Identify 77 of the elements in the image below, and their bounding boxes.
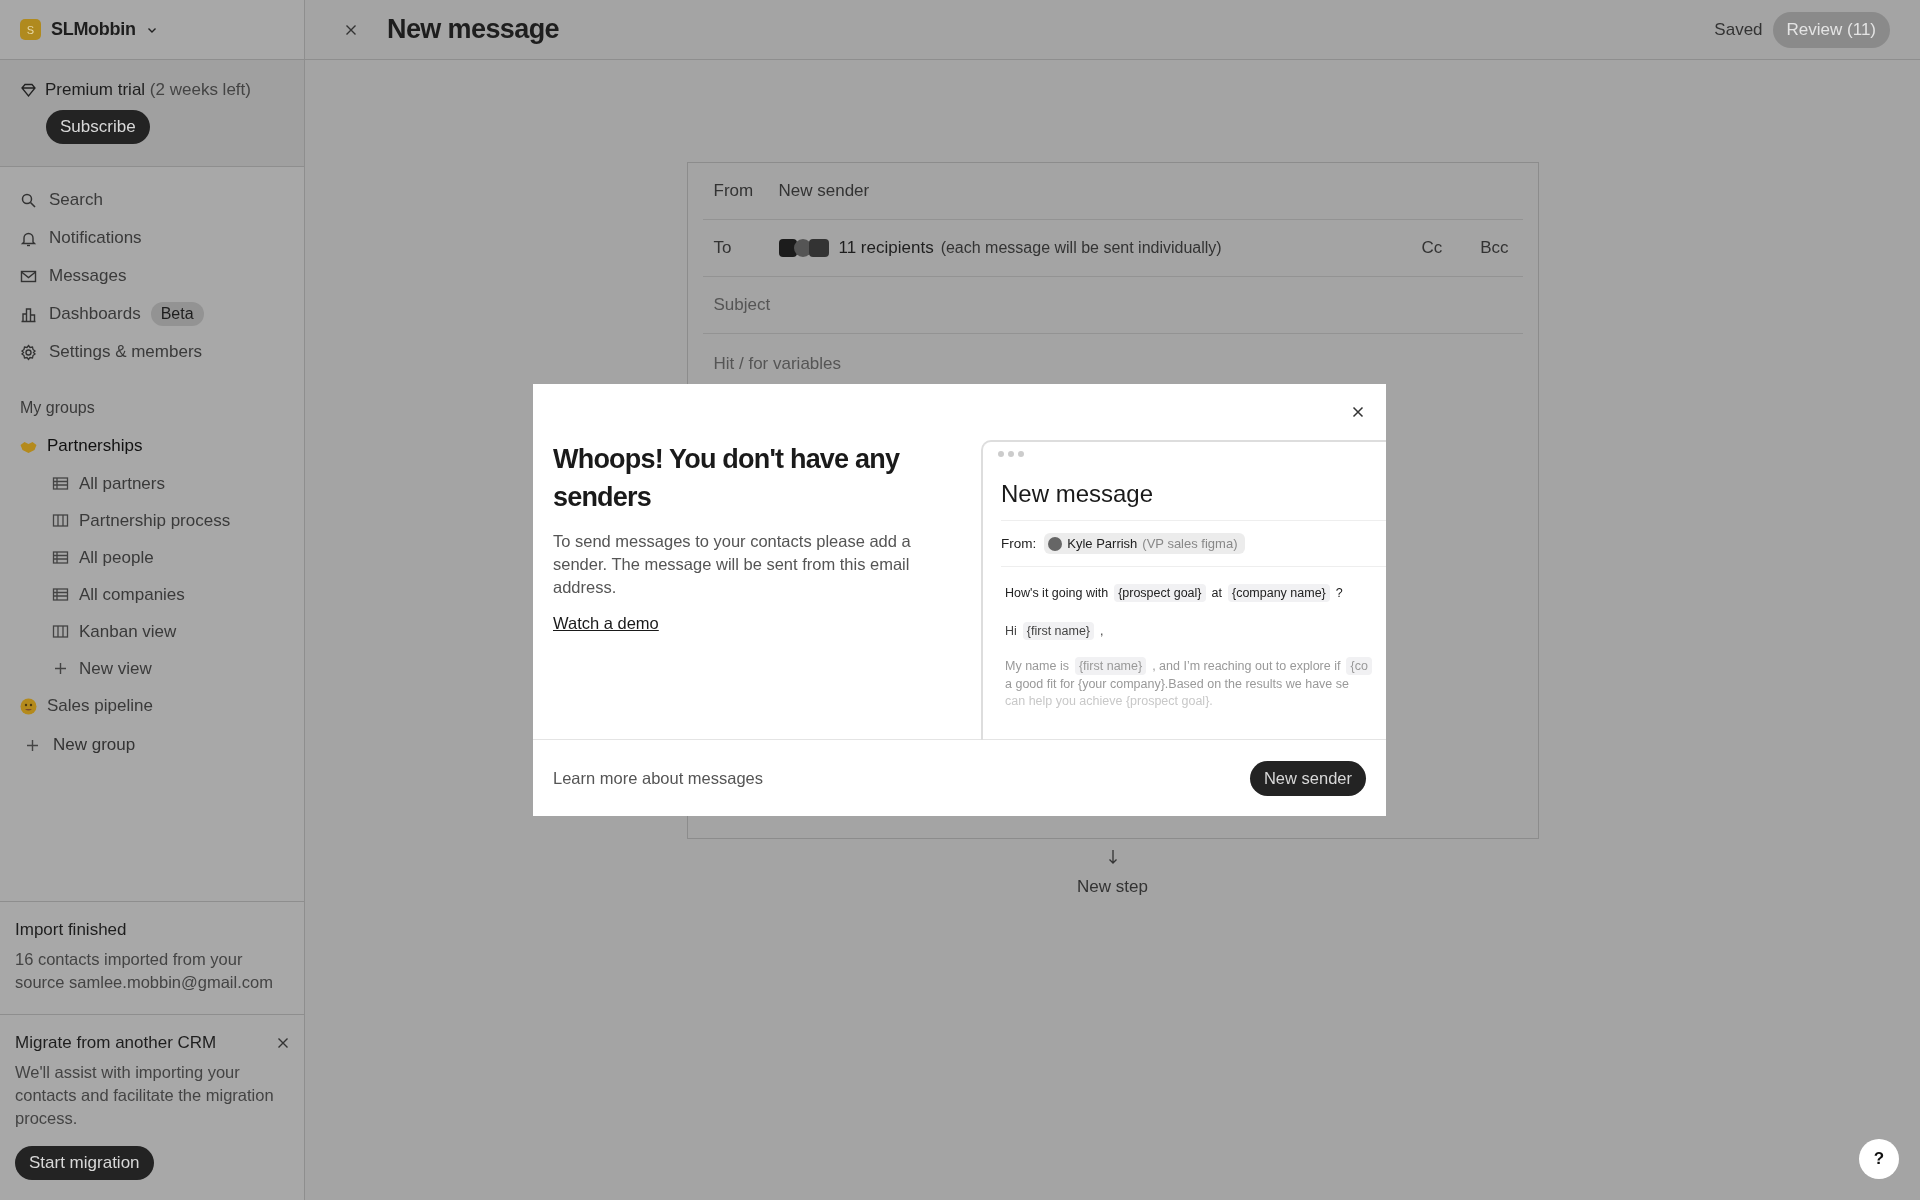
close-icon bbox=[1352, 406, 1364, 418]
field-label: From bbox=[713, 181, 755, 201]
variable-chip: {co bbox=[1346, 657, 1372, 675]
new-step-button[interactable]: New step bbox=[1077, 877, 1148, 897]
preview-text: a good fit for {your company}.Based on the results we have se bbox=[1005, 677, 1349, 691]
notice-title: Migrate from another CRM bbox=[15, 1033, 217, 1053]
new-group-link[interactable]: New group bbox=[53, 735, 136, 755]
watch-demo-link[interactable]: Watch a demo bbox=[553, 614, 659, 633]
table-icon bbox=[52, 549, 69, 566]
preview-text: ? bbox=[1335, 586, 1343, 600]
field-label: From: bbox=[1001, 536, 1037, 551]
help-button[interactable]: ? bbox=[1859, 1139, 1899, 1179]
notice-title: Import finished bbox=[15, 920, 128, 940]
saved-status: Saved bbox=[1714, 19, 1763, 40]
down-arrow-icon bbox=[1107, 849, 1118, 865]
nav-item[interactable]: Settings & members bbox=[49, 342, 203, 362]
variable-chip: {first name} bbox=[1022, 622, 1095, 640]
field-label: To bbox=[713, 238, 733, 258]
trial-text: Premium trial (2 weeks left) bbox=[45, 80, 251, 100]
avatar-icon bbox=[1048, 536, 1063, 551]
new-sender-button[interactable]: New sender bbox=[1249, 760, 1366, 796]
sender-role: (VP sales figma) bbox=[1142, 536, 1238, 551]
table-icon bbox=[52, 475, 69, 492]
view-item[interactable]: All people bbox=[79, 547, 154, 568]
message-body-field[interactable]: Hit / for variables bbox=[713, 354, 842, 374]
preview-text: How's it going with bbox=[1005, 586, 1109, 600]
page-title: New message bbox=[387, 14, 559, 45]
view-item[interactable]: All companies bbox=[79, 584, 185, 605]
company-logos-icon bbox=[778, 238, 831, 258]
preview-text: Hi bbox=[1005, 624, 1017, 638]
dialog-title: Whoops! You don't have any senders bbox=[553, 443, 901, 514]
preview-text: , and I’m reaching out to explore if bbox=[1152, 659, 1341, 673]
variable-chip: {company name} bbox=[1227, 584, 1330, 602]
view-item[interactable]: All partners bbox=[79, 473, 165, 494]
nav-item[interactable]: Messages bbox=[49, 266, 127, 286]
table-icon bbox=[52, 586, 69, 603]
recipients-note: (each message will be sent individually) bbox=[940, 239, 1222, 257]
group-item[interactable]: Partnerships bbox=[47, 436, 143, 456]
beta-badge: Beta bbox=[150, 302, 204, 326]
start-migration-button[interactable]: Start migration bbox=[15, 1146, 154, 1180]
view-item[interactable]: Kanban view bbox=[79, 621, 177, 642]
bar-chart-icon bbox=[20, 305, 37, 323]
dialog-text: To send messages to your contacts please add a sender. The message will be sent from this email address. bbox=[553, 531, 912, 598]
preview-text: at bbox=[1211, 586, 1222, 600]
learn-more-link[interactable]: Learn more about messages bbox=[553, 768, 764, 788]
variable-chip: {prospect goal} bbox=[1114, 584, 1206, 602]
preview-text: , bbox=[1100, 624, 1104, 638]
subscribe-button[interactable]: Subscribe bbox=[46, 110, 150, 144]
diamond-icon bbox=[20, 81, 37, 99]
recipients-count[interactable]: 11 recipients bbox=[838, 238, 934, 258]
notice-text: We'll assist with importing your contacts and facilitate the migration process. bbox=[15, 1062, 275, 1129]
sender-field[interactable]: New sender bbox=[778, 181, 870, 201]
notice-text: 16 contacts imported from your source samlee.mobbin@gmail.com bbox=[15, 949, 274, 993]
smiley-icon bbox=[20, 697, 37, 715]
preview-title: New message bbox=[1001, 480, 1386, 521]
nav-item[interactable]: Notifications bbox=[49, 228, 142, 248]
workspace-name[interactable]: SLMobbin bbox=[51, 19, 136, 40]
view-item[interactable]: Partnership process bbox=[79, 510, 231, 531]
columns-icon bbox=[52, 623, 69, 640]
close-icon bbox=[277, 1037, 289, 1049]
workspace-logo: S bbox=[20, 19, 41, 40]
nav-item[interactable]: Dashboards bbox=[49, 304, 141, 324]
plus-icon bbox=[52, 660, 69, 677]
search-icon bbox=[20, 191, 37, 209]
bcc-button[interactable]: Bcc bbox=[1480, 238, 1509, 258]
nav-item[interactable]: Search bbox=[49, 190, 103, 210]
preview-text: My name is bbox=[1005, 659, 1069, 673]
close-icon bbox=[345, 23, 357, 36]
section-heading: My groups bbox=[19, 398, 96, 418]
sender-name: Kyle Parrish bbox=[1067, 536, 1138, 551]
cc-button[interactable]: Cc bbox=[1421, 238, 1443, 258]
columns-icon bbox=[52, 512, 69, 529]
new-view-link[interactable]: New view bbox=[79, 658, 152, 679]
settings-icon bbox=[20, 343, 37, 361]
variable-chip: {first name} bbox=[1074, 657, 1147, 675]
group-item[interactable]: Sales pipeline bbox=[47, 696, 153, 716]
subject-field[interactable]: Subject bbox=[713, 295, 771, 315]
